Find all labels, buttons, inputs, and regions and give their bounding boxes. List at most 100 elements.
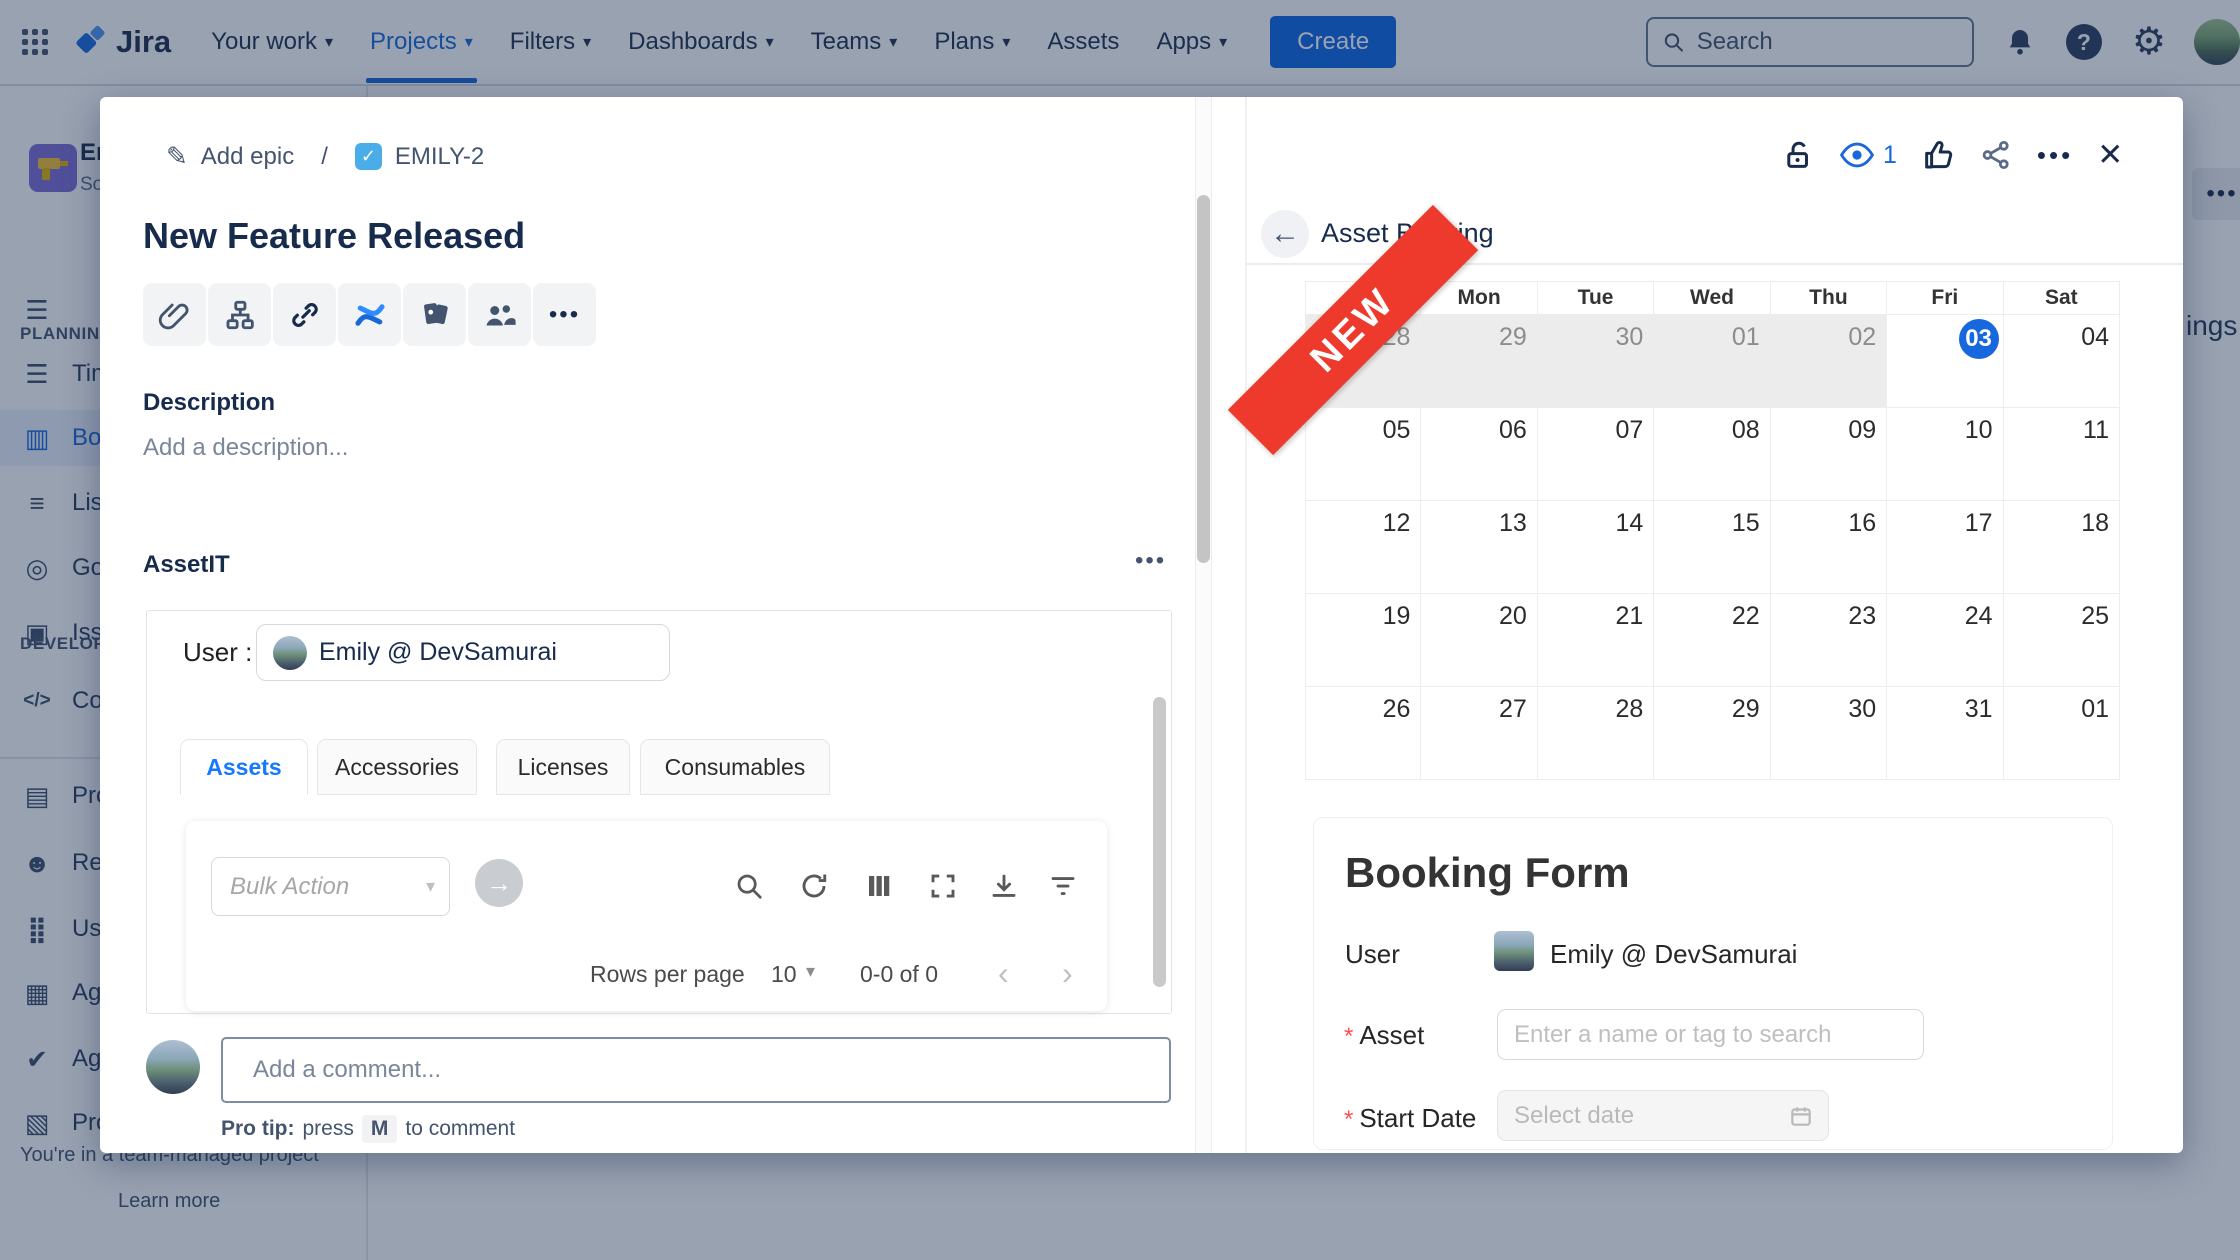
tab-licenses[interactable]: Licenses [496,739,630,795]
calendar-day-cell[interactable]: 01 [2004,687,2120,780]
calendar-day-cell[interactable]: 16 [1771,501,1887,594]
tab-assets[interactable]: Assets [180,739,308,795]
refresh-icon[interactable] [797,869,831,903]
filter-icon[interactable] [1046,869,1080,903]
calendar-day-cell[interactable]: 02 [1771,315,1887,408]
booking-user-label: User [1345,939,1400,970]
more-actions-icon[interactable]: ••• [2037,140,2073,171]
range-text: 0-0 of 0 [860,961,938,988]
calendar-week-row: 28 29 30 01 02 03 04 [1305,315,2120,408]
start-date-picker[interactable]: Select date [1497,1090,1829,1141]
share-icon[interactable] [1979,138,2013,172]
breadcrumb: ✎ Add epic / ✓ EMILY-2 [166,141,484,172]
confluence-button[interactable] [338,283,401,346]
chevron-down-icon[interactable]: ▾ [806,961,815,982]
calendar-week-row: 26 27 28 29 30 31 01 [1305,687,2120,780]
calendar-day-cell[interactable]: 30 [1771,687,1887,780]
confluence-icon [352,297,388,333]
fullscreen-icon[interactable] [926,869,960,903]
paperclip-icon [158,298,192,332]
watchers-control[interactable]: 1 [1839,141,1897,170]
calendar-day-cell[interactable]: 10 [1887,408,2003,501]
team-button[interactable] [468,283,531,346]
issue-key[interactable]: EMILY-2 [395,143,484,171]
calendar-day-cell[interactable]: 24 [1887,594,2003,687]
booking-start-date-label: *Start Date [1344,1103,1476,1134]
calendar-day-cell[interactable]: 07 [1538,408,1654,501]
calendar-day-cell[interactable]: 23 [1771,594,1887,687]
assetit-more-icon[interactable]: ••• [1135,547,1166,575]
unlock-icon[interactable] [1781,138,1815,172]
hierarchy-icon [223,298,257,332]
calendar-day-cell[interactable]: 12 [1305,501,1421,594]
calendar-day-cell[interactable]: 06 [1421,408,1537,501]
asset-search-input[interactable] [1497,1009,1924,1060]
calendar-day-cell-today[interactable]: 03 [1887,315,2003,408]
eye-icon [1839,142,1875,168]
back-button[interactable]: ← [1261,210,1309,258]
tab-consumables[interactable]: Consumables [640,739,830,795]
calendar-day-cell[interactable]: 20 [1421,594,1537,687]
calendar-day-cell[interactable]: 21 [1538,594,1654,687]
bulk-apply-button[interactable]: → [475,859,523,907]
calendar-icon [1788,1103,1814,1129]
calendar-day-cell[interactable]: 28 [1538,687,1654,780]
ellipsis-icon: ••• [549,301,580,329]
comment-avatar [146,1040,200,1094]
rows-per-page-label: Rows per page [590,961,745,988]
calendar-week-row: 12 13 14 15 16 17 18 [1305,501,2120,594]
add-child-issue-button[interactable] [208,283,271,346]
weekday-wed: Wed [1654,282,1770,315]
add-epic-button[interactable]: Add epic [201,143,294,171]
next-page-icon[interactable]: › [1062,955,1073,992]
comment-input[interactable] [223,1056,1169,1084]
calendar-day-cell[interactable]: 27 [1421,687,1537,780]
calendar-day-cell[interactable]: 11 [2004,408,2120,501]
calendar-day-cell[interactable]: 14 [1538,501,1654,594]
thumbs-up-icon[interactable] [1921,138,1955,172]
task-type-icon: ✓ [355,143,382,170]
chevron-down-icon: ▾ [426,876,435,897]
prev-page-icon[interactable]: ‹ [998,955,1009,992]
calendar-day-cell[interactable]: 04 [2004,315,2120,408]
calendar-day-cell[interactable]: 29 [1654,687,1770,780]
calendar-day-cell[interactable]: 25 [2004,594,2120,687]
calendar-day-cell[interactable]: 22 [1654,594,1770,687]
calendar-day-cell[interactable]: 13 [1421,501,1537,594]
planning-poker-button[interactable] [403,283,466,346]
more-actions-button[interactable]: ••• [533,283,596,346]
calendar-day-cell[interactable]: 18 [2004,501,2120,594]
comment-box[interactable] [221,1037,1171,1103]
calendar-day-cell[interactable]: 08 [1654,408,1770,501]
tab-accessories[interactable]: Accessories [317,739,477,795]
booking-user-avatar [1494,931,1534,971]
download-icon[interactable] [987,869,1021,903]
table-search-icon[interactable] [732,869,766,903]
columns-icon[interactable] [862,869,896,903]
assetit-scrollbar-thumb[interactable] [1153,697,1166,987]
calendar-day-cell[interactable]: 01 [1654,315,1770,408]
link-issue-button[interactable] [273,283,336,346]
modal-header-actions: 1 ••• ✕ [1781,137,2123,173]
attach-button[interactable] [143,283,206,346]
link-icon [288,298,322,332]
close-icon[interactable]: ✕ [2097,137,2123,173]
calendar-day-cell[interactable]: 30 [1538,315,1654,408]
people-icon [482,297,518,333]
bulk-action-select[interactable]: Bulk Action ▾ [211,857,450,916]
calendar-day-cell[interactable]: 05 [1305,408,1421,501]
description-placeholder[interactable]: Add a description... [143,434,348,462]
assetit-user-name: Emily @ DevSamurai [319,638,557,667]
calendar-day-cell[interactable]: 26 [1305,687,1421,780]
booking-user-name: Emily @ DevSamurai [1550,939,1797,970]
rows-per-page-value[interactable]: 10 [771,961,797,988]
calendar-day-cell[interactable]: 15 [1654,501,1770,594]
calendar-day-cell[interactable]: 29 [1421,315,1537,408]
modal-scrollbar-thumb[interactable] [1197,195,1210,563]
calendar-day-cell[interactable]: 09 [1771,408,1887,501]
calendar-day-cell[interactable]: 17 [1887,501,2003,594]
calendar-day-cell[interactable]: 19 [1305,594,1421,687]
assetit-user-chip[interactable]: Emily @ DevSamurai [256,624,670,681]
calendar-day-cell[interactable]: 31 [1887,687,2003,780]
panel-divider [1245,97,1247,1153]
